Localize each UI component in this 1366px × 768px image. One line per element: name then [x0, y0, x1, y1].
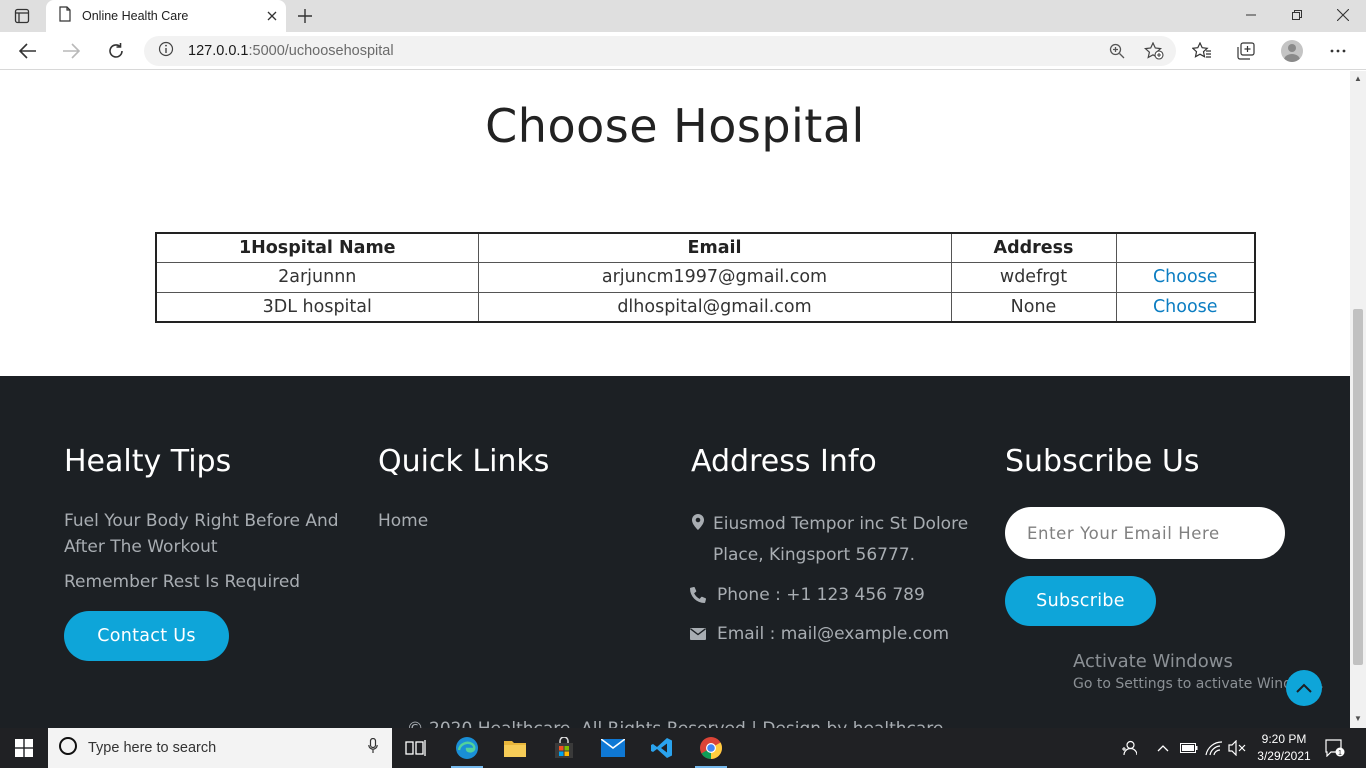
subscribe-heading: Subscribe Us [1005, 444, 1200, 479]
battery-icon[interactable] [1178, 728, 1200, 768]
notification-count: 1 [1338, 750, 1342, 757]
column-header-address: Address [950, 232, 1117, 263]
watermark-title: Activate Windows [1073, 651, 1233, 672]
forward-arrow-icon[interactable] [56, 37, 86, 65]
scroll-to-top-button[interactable] [1286, 670, 1322, 706]
map-marker-icon [690, 514, 706, 530]
hospital-email-cell: arjuncm1997@gmail.com [477, 261, 952, 293]
scroll-down-arrow-icon[interactable]: ▼ [1354, 715, 1362, 723]
refresh-icon[interactable] [101, 37, 131, 65]
show-hidden-icons-chevron-icon[interactable] [1152, 728, 1174, 768]
file-explorer-icon[interactable] [491, 728, 539, 768]
close-window-icon[interactable] [1320, 0, 1366, 30]
profile-avatar-icon[interactable] [1276, 37, 1308, 65]
restore-icon[interactable] [1274, 0, 1320, 30]
contact-us-button[interactable]: Contact Us [64, 611, 229, 661]
email-text: Email : mail@example.com [717, 624, 950, 644]
site-footer: Healty Tips Fuel Your Body Right Before … [0, 376, 1350, 728]
table-header-row: 1Hospital Name Email Address [155, 232, 1256, 263]
clock-date: 3/29/2021 [1257, 749, 1311, 763]
taskbar-clock[interactable]: 9:20 PM 3/29/2021 [1252, 731, 1316, 765]
address-line: Place, Kingsport 56777. [713, 545, 916, 565]
column-header-email: Email [477, 232, 952, 263]
tip-line: After The Workout [64, 537, 218, 557]
choose-link[interactable]: Choose [1153, 267, 1218, 287]
tip-line: Remember Rest Is Required [64, 572, 301, 592]
hospital-address-cell: None [950, 291, 1117, 323]
taskbar-search-placeholder: Type here to search [88, 740, 217, 756]
page-favicon-icon [58, 5, 72, 27]
hospital-table: 1Hospital Name Email Address 2arjunnn ar… [155, 232, 1256, 323]
quick-links-heading: Quick Links [378, 444, 550, 479]
favorites-icon[interactable] [1186, 37, 1218, 65]
clock-time: 9:20 PM [1261, 732, 1307, 746]
network-icon[interactable] [1203, 728, 1225, 768]
page-viewport: Choose Hospital 1Hospital Name Email Add… [0, 71, 1350, 728]
envelope-icon [690, 626, 706, 642]
zoom-icon[interactable] [1104, 38, 1130, 64]
windows-taskbar: Type here to search 9:20 PM 3/29/2021 1 [0, 728, 1366, 768]
phone-text: Phone : +1 123 456 789 [717, 585, 925, 605]
tip-line: Fuel Your Body Right Before And [64, 511, 339, 531]
choose-link[interactable]: Choose [1153, 297, 1218, 317]
back-arrow-icon[interactable] [13, 37, 43, 65]
microphone-icon[interactable] [368, 737, 378, 759]
column-header-hospital-name: 1Hospital Name [155, 232, 479, 263]
volume-muted-icon[interactable] [1226, 728, 1248, 768]
phone-icon [690, 587, 706, 603]
chrome-icon[interactable] [687, 728, 735, 768]
windows-start-icon[interactable] [0, 728, 48, 768]
collections-icon[interactable] [1230, 37, 1262, 65]
microsoft-store-icon[interactable] [540, 728, 588, 768]
close-tab-icon[interactable] [258, 2, 286, 30]
table-row: 2arjunnn arjuncm1997@gmail.com wdefrgt C… [155, 261, 1256, 293]
address-line: Eiusmod Tempor inc St Dolore [713, 514, 969, 534]
mail-icon[interactable] [589, 728, 637, 768]
more-options-icon[interactable] [1322, 37, 1354, 65]
address-toolbar: 127.0.0.1:5000/uchoosehospital [0, 32, 1366, 70]
address-bar[interactable]: 127.0.0.1:5000/uchoosehospital [144, 36, 1176, 66]
hospital-address-cell: wdefrgt [950, 261, 1117, 293]
tab-actions-icon[interactable] [10, 6, 34, 26]
page-title: Choose Hospital [485, 99, 865, 153]
subscribe-button[interactable]: Subscribe [1005, 576, 1156, 626]
table-row: 3DL hospital dlhospital@gmail.com None C… [155, 291, 1256, 323]
action-cell: Choose [1115, 291, 1256, 323]
action-cell: Choose [1115, 261, 1256, 293]
browser-tab-bar: Online Health Care [0, 0, 1366, 32]
add-favorite-icon[interactable] [1141, 38, 1167, 64]
page-scrollbar[interactable]: ▲ ▼ [1350, 71, 1366, 728]
browser-tab[interactable]: Online Health Care [46, 0, 286, 32]
scroll-up-arrow-icon[interactable]: ▲ [1354, 75, 1362, 83]
task-view-icon[interactable] [392, 728, 440, 768]
copyright-text: © 2020 Healthcare. All Rights Reserved |… [0, 719, 1350, 728]
url-path: :5000/uchoosehospital [248, 43, 394, 59]
footer-link-home[interactable]: Home [378, 508, 428, 534]
vscode-icon[interactable] [638, 728, 686, 768]
tips-heading: Healty Tips [64, 444, 232, 479]
minimize-icon[interactable] [1228, 0, 1274, 30]
site-info-icon[interactable] [158, 41, 174, 62]
address-info-heading: Address Info [691, 444, 877, 479]
cortana-circle-icon [58, 736, 78, 761]
subscribe-email-input[interactable] [1005, 507, 1285, 559]
people-icon[interactable] [1116, 728, 1142, 768]
scrollbar-thumb[interactable] [1353, 309, 1363, 665]
notifications-icon[interactable]: 1 [1322, 728, 1348, 768]
column-header-action [1115, 232, 1256, 263]
edge-browser-icon[interactable] [443, 728, 491, 768]
hospital-email-cell: dlhospital@gmail.com [477, 291, 952, 323]
hospital-name-cell: 2arjunnn [155, 261, 479, 293]
taskbar-search-box[interactable]: Type here to search [48, 728, 392, 768]
tab-title: Online Health Care [82, 9, 189, 23]
new-tab-icon[interactable] [292, 4, 318, 28]
chevron-up-icon [1296, 683, 1312, 693]
hospital-name-cell: 3DL hospital [155, 291, 479, 323]
url-host: 127.0.0.1 [188, 43, 249, 59]
